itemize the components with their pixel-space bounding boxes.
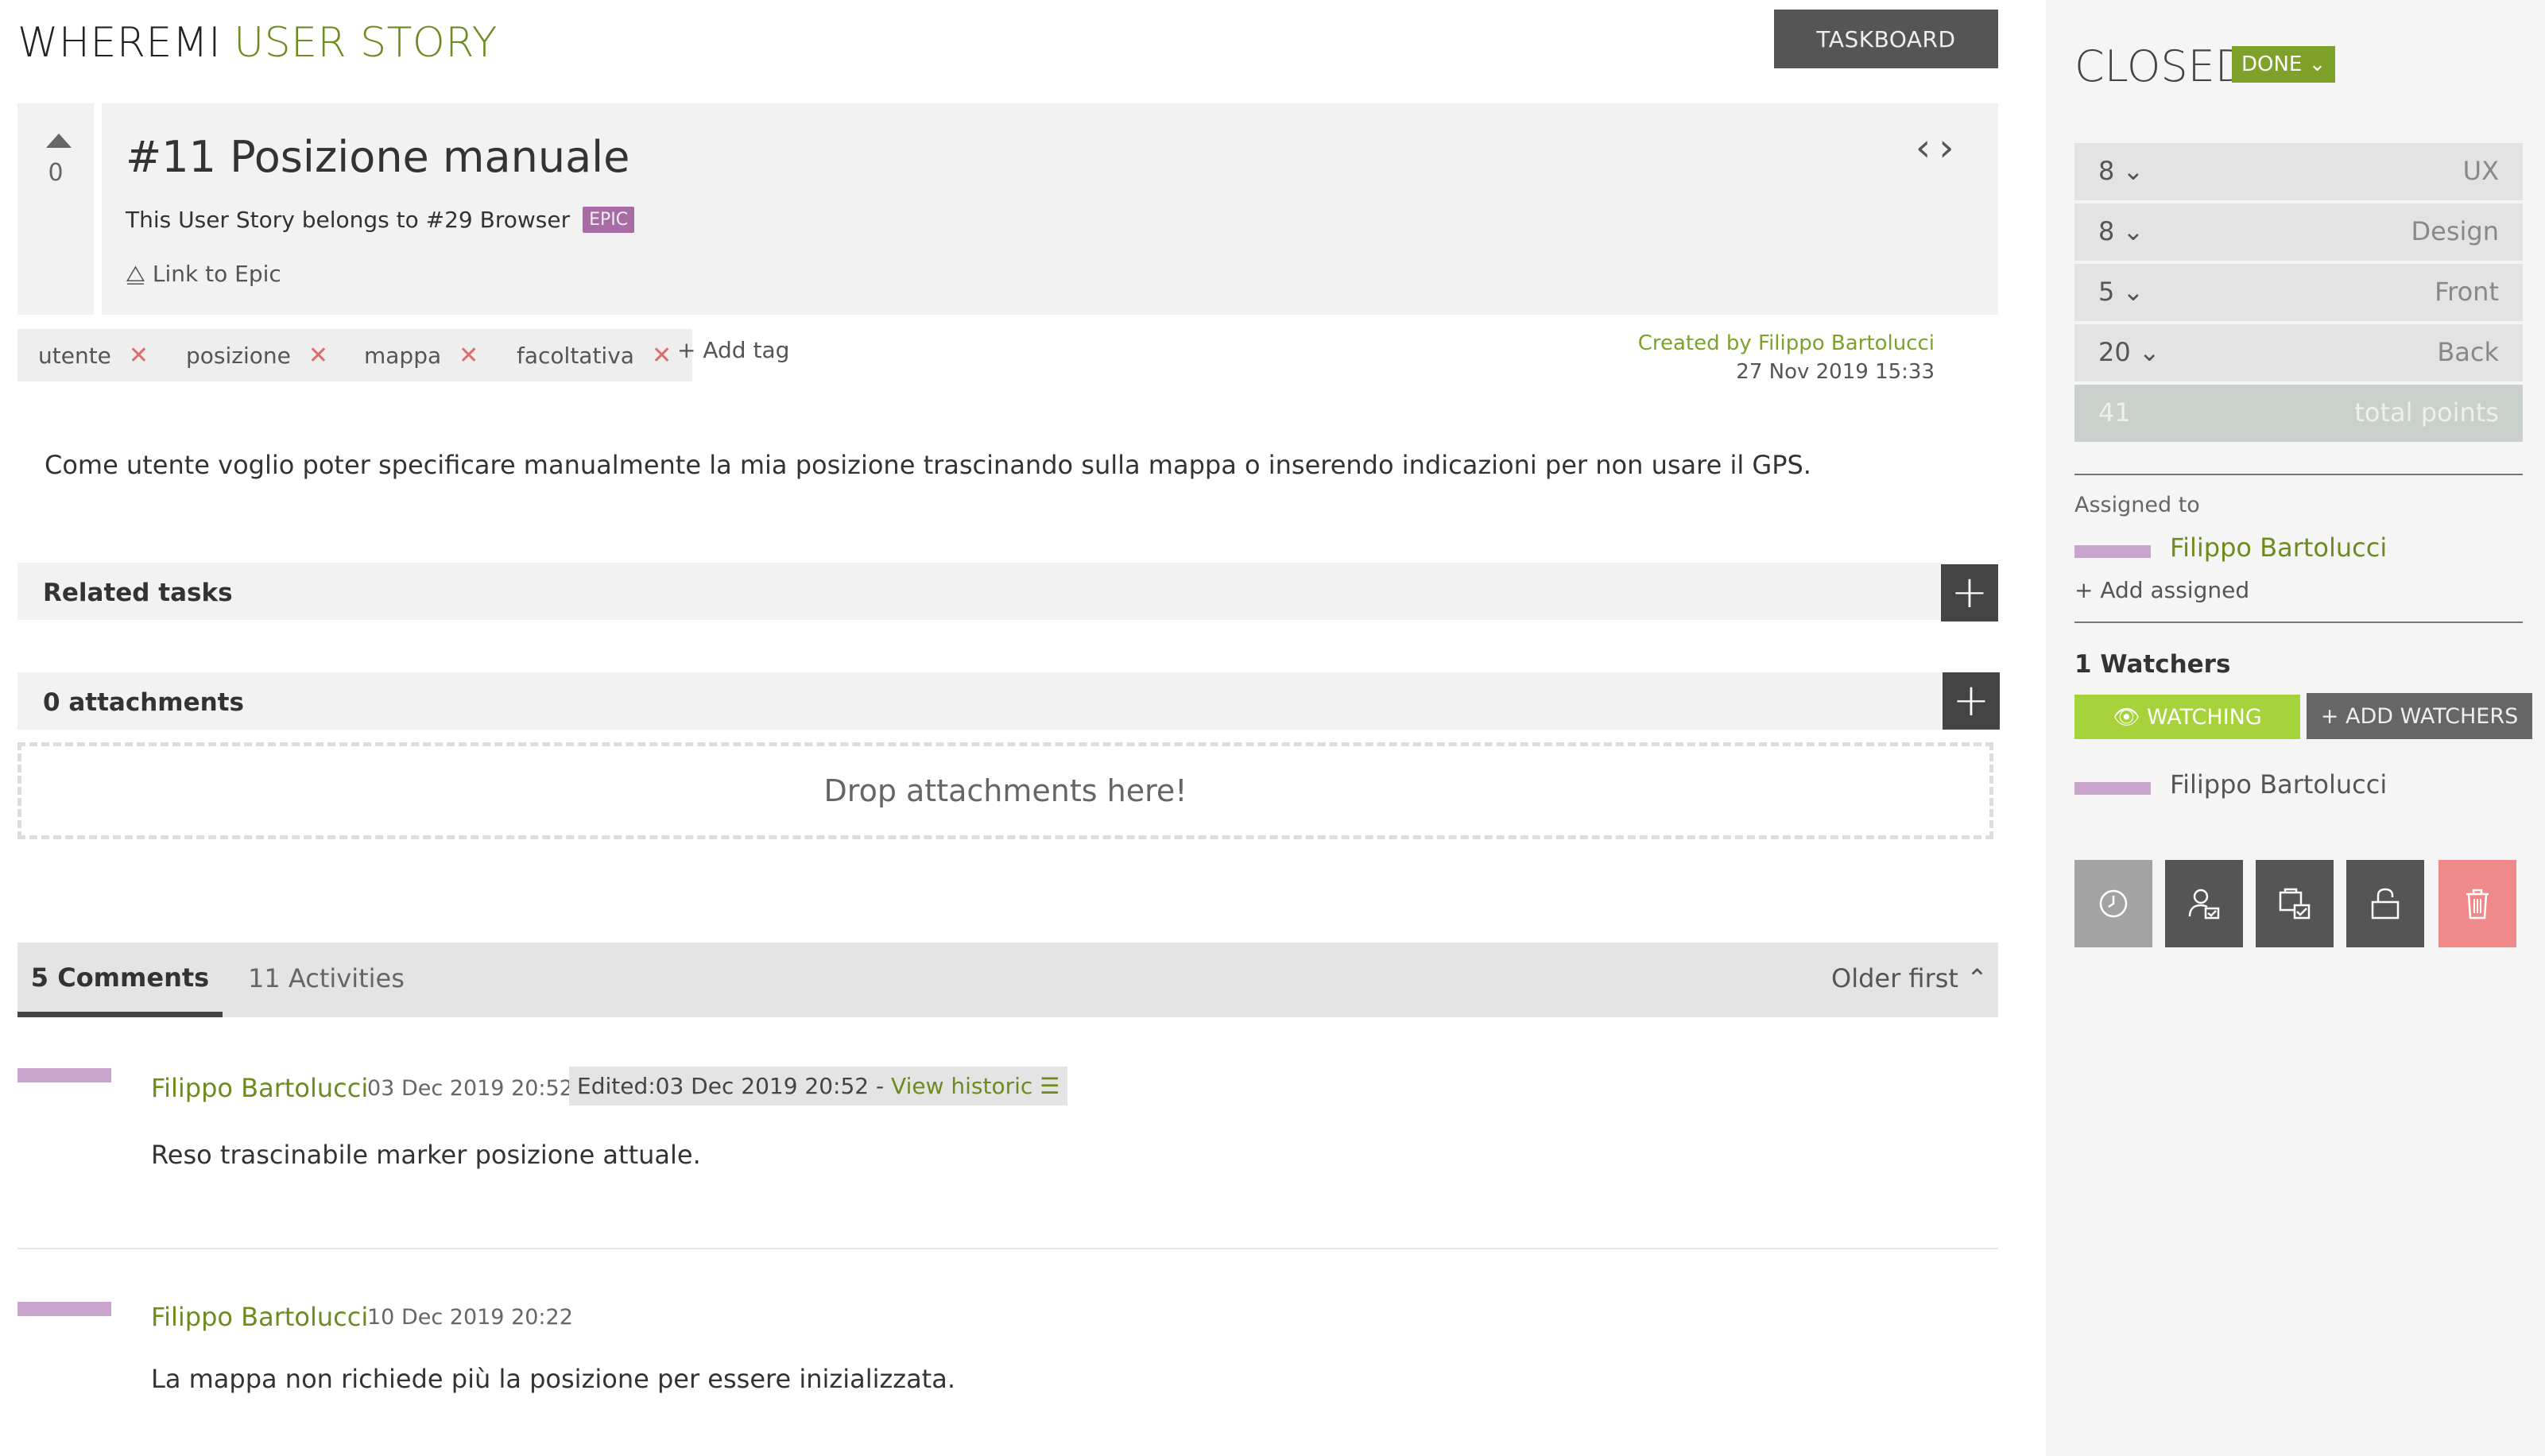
attachments-bar: 0 attachments <box>17 672 1946 730</box>
avatar <box>2074 545 2151 558</box>
assigned-label: Assigned to <box>2074 493 2200 517</box>
points-row-front[interactable]: 5 ⌄ Front <box>2074 264 2523 321</box>
watching-button[interactable]: 👁 WATCHING <box>2074 695 2300 739</box>
block-button[interactable] <box>2256 860 2334 947</box>
edited-label: Edited:03 Dec 2019 20:52 - <box>577 1073 892 1099</box>
tag-label: utente <box>38 342 111 369</box>
points-total-value: 41 <box>2098 397 2131 428</box>
assigned-user[interactable]: Filippo Bartolucci <box>2170 532 2387 563</box>
epic-text[interactable]: This User Story belongs to #29 Browser <box>126 207 570 233</box>
tab-comments[interactable]: 5 Comments <box>17 943 223 1017</box>
avatar <box>2074 782 2151 795</box>
edited-info: Edited:03 Dec 2019 20:52 - View historic… <box>569 1067 1068 1106</box>
comment-author[interactable]: Filippo Bartolucci <box>151 1073 368 1103</box>
avatar <box>17 1302 111 1316</box>
related-tasks-bar: Related tasks <box>17 563 1946 620</box>
tag-label: posizione <box>186 342 291 369</box>
divider <box>2074 622 2523 623</box>
vote-box: 0 <box>17 103 94 315</box>
related-tasks-label: Related tasks <box>43 579 233 607</box>
task-check-icon <box>2279 888 2311 920</box>
tag-mappa: mappa ✕ <box>343 329 500 381</box>
assign-user-icon <box>2188 889 2220 920</box>
points-value[interactable]: 20 ⌄ <box>2098 337 2160 367</box>
story-description[interactable]: Come utente voglio poter specificare man… <box>45 450 1811 480</box>
add-assigned-button[interactable]: + Add assigned <box>2074 577 2249 603</box>
trash-icon <box>2466 889 2489 920</box>
attachments-label: 0 attachments <box>43 688 244 717</box>
points-role: Front <box>2435 277 2499 307</box>
comment-divider <box>17 1248 1998 1249</box>
tag-facoltativa: facoltativa ✕ <box>496 329 693 381</box>
status-dropdown[interactable]: DONE ⌄ <box>2232 46 2336 83</box>
created-info: Created by Filippo Bartolucci 27 Nov 201… <box>1542 329 1935 386</box>
project-name: WHEREMI <box>17 19 222 67</box>
taskboard-button[interactable]: TASKBOARD <box>1774 10 1998 68</box>
comment-text: Reso trascinabile marker posizione attua… <box>151 1140 701 1170</box>
lock-icon <box>2371 888 2400 920</box>
points-row-ux[interactable]: 8 ⌄ UX <box>2074 143 2523 200</box>
comment-author[interactable]: Filippo Bartolucci <box>151 1302 368 1332</box>
comment-date: 10 Dec 2019 20:22 <box>367 1305 573 1330</box>
upvote-arrow-icon[interactable] <box>46 134 72 148</box>
sort-order-toggle[interactable]: Older first ⌃ <box>1831 963 1988 993</box>
page-title: WHEREMI USER STORY <box>17 19 498 67</box>
comment-date: 03 Dec 2019 20:52 <box>367 1076 573 1101</box>
tag-utente: utente ✕ <box>17 329 170 381</box>
epic-badge: EPIC <box>583 207 635 233</box>
created-date: 27 Nov 2019 15:33 <box>1736 360 1935 384</box>
link-to-epic-link[interactable]: ⧋ Link to Epic <box>126 261 281 288</box>
previous-story-icon[interactable]: ‹ <box>1916 126 1939 170</box>
delete-button[interactable] <box>2438 860 2516 947</box>
sidebar: CLOSED DONE ⌄ 8 ⌄ UX 8 ⌄ Design 5 ⌄ Fron… <box>2046 0 2545 1456</box>
points-role: Design <box>2411 216 2499 246</box>
section-name: USER STORY <box>234 19 498 67</box>
divider <box>2074 474 2523 475</box>
watcher-name: Filippo Bartolucci <box>2170 769 2388 800</box>
lock-button[interactable] <box>2346 860 2424 947</box>
add-tag-button[interactable]: + Add tag <box>677 337 789 363</box>
points-value[interactable]: 8 ⌄ <box>2098 216 2144 246</box>
points-row-back[interactable]: 20 ⌄ Back <box>2074 324 2523 381</box>
points-total: 41 total points <box>2074 385 2523 442</box>
watchers-count: 1 Watchers <box>2074 650 2231 679</box>
tag-label: mappa <box>364 342 442 369</box>
story-nav: ‹› <box>1916 126 1962 170</box>
status-label: CLOSED <box>2074 41 2249 91</box>
attachment-dropzone[interactable]: Drop attachments here! <box>17 742 1993 839</box>
add-watchers-button[interactable]: + ADD WATCHERS <box>2307 693 2532 739</box>
remove-tag-icon[interactable]: ✕ <box>459 342 478 370</box>
points-role: UX <box>2462 156 2499 186</box>
vote-count: 0 <box>48 159 64 187</box>
history-button[interactable] <box>2074 860 2152 947</box>
comment-text: La mappa non richiede più la posizione p… <box>151 1364 955 1394</box>
remove-tag-icon[interactable]: ✕ <box>308 342 328 370</box>
comments-tabs: 5 Comments 11 Activities Older first ⌃ <box>17 943 1998 1017</box>
next-story-icon[interactable]: › <box>1939 126 1962 170</box>
tag-posizione: posizione ✕ <box>165 329 349 381</box>
points-total-label: total points <box>2354 397 2499 428</box>
story-title[interactable]: #11 Posizione manuale <box>126 132 629 182</box>
created-by[interactable]: Created by Filippo Bartolucci <box>1542 329 1935 358</box>
clock-icon <box>2099 889 2128 918</box>
points-value[interactable]: 5 ⌄ <box>2098 277 2144 307</box>
epic-line: This User Story belongs to #29 Browser E… <box>126 207 635 233</box>
remove-tag-icon[interactable]: ✕ <box>652 342 672 370</box>
avatar <box>17 1068 111 1082</box>
points-role: Back <box>2437 337 2499 367</box>
tab-activities[interactable]: 11 Activities <box>248 963 405 993</box>
tag-label: facoltativa <box>517 342 634 369</box>
assign-to-me-button[interactable] <box>2165 860 2243 947</box>
points-value[interactable]: 8 ⌄ <box>2098 156 2144 186</box>
add-task-button[interactable]: + <box>1941 564 1998 622</box>
story-header: #11 Posizione manuale This User Story be… <box>102 103 1998 315</box>
remove-tag-icon[interactable]: ✕ <box>129 342 149 370</box>
points-row-design[interactable]: 8 ⌄ Design <box>2074 203 2523 261</box>
add-attachment-button[interactable]: + <box>1943 672 2000 730</box>
view-historic-link[interactable]: View historic ☰ <box>891 1073 1059 1099</box>
